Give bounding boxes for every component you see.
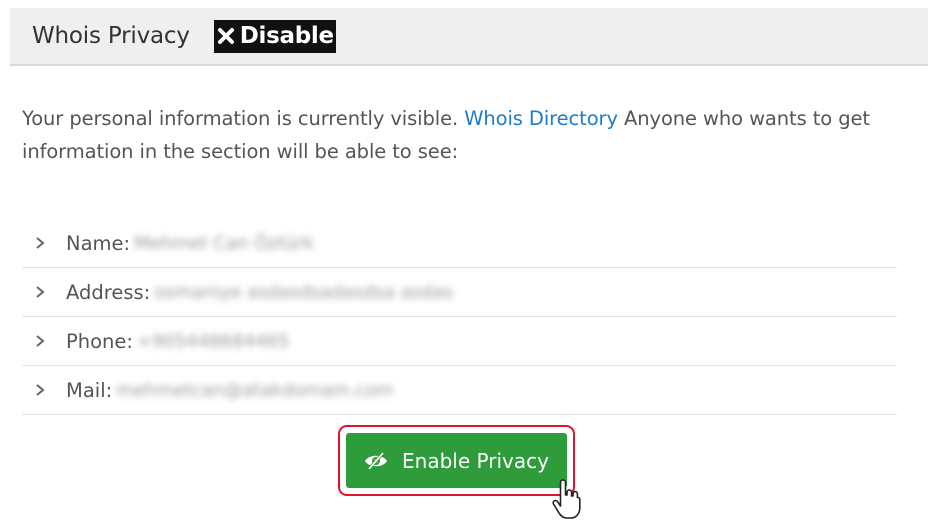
chevron-right-icon xyxy=(36,286,45,298)
field-label: Name: xyxy=(66,231,131,255)
enable-privacy-button[interactable]: Enable Privacy xyxy=(346,433,567,488)
x-icon xyxy=(217,27,234,44)
field-value-blurred: +905448684465 xyxy=(136,330,290,352)
mouse-pointer-icon xyxy=(552,479,581,519)
intro-text: Your personal information is currently v… xyxy=(22,102,897,168)
info-item-name: Name: Mehmet Can Öztürk xyxy=(22,219,897,268)
chevron-right-icon xyxy=(36,384,45,396)
info-item-phone: Phone: +905448684465 xyxy=(22,317,897,366)
panel-header: Whois Privacy Disable xyxy=(10,8,928,66)
info-item-address: Address: osmaniye asdasdsadasdsa asdas xyxy=(22,268,897,317)
info-item-mail: Mail: mehmetcan@atakdomain.com xyxy=(22,366,897,415)
field-label: Address: xyxy=(66,280,151,304)
button-highlight-outline: Enable Privacy xyxy=(338,425,575,496)
whois-directory-link[interactable]: Whois Directory xyxy=(464,107,618,130)
field-label: Mail: xyxy=(66,378,113,402)
chevron-right-icon xyxy=(36,237,45,249)
field-value-blurred: mehmetcan@atakdomain.com xyxy=(116,379,394,401)
status-label: Disable xyxy=(239,22,334,49)
chevron-right-icon xyxy=(36,335,45,347)
field-value-blurred: Mehmet Can Öztürk xyxy=(134,232,315,254)
intro-text-before: Your personal information is currently v… xyxy=(22,107,465,130)
field-label: Phone: xyxy=(66,329,133,353)
personal-info-list: Name: Mehmet Can Öztürk Address: osmaniy… xyxy=(22,219,897,415)
enable-privacy-label: Enable Privacy xyxy=(402,448,549,473)
status-badge: Disable xyxy=(213,19,336,53)
eye-slash-icon xyxy=(365,451,388,470)
field-value-blurred: osmaniye asdasdsadasdsa asdas xyxy=(154,281,453,303)
panel-title: Whois Privacy xyxy=(32,23,190,49)
